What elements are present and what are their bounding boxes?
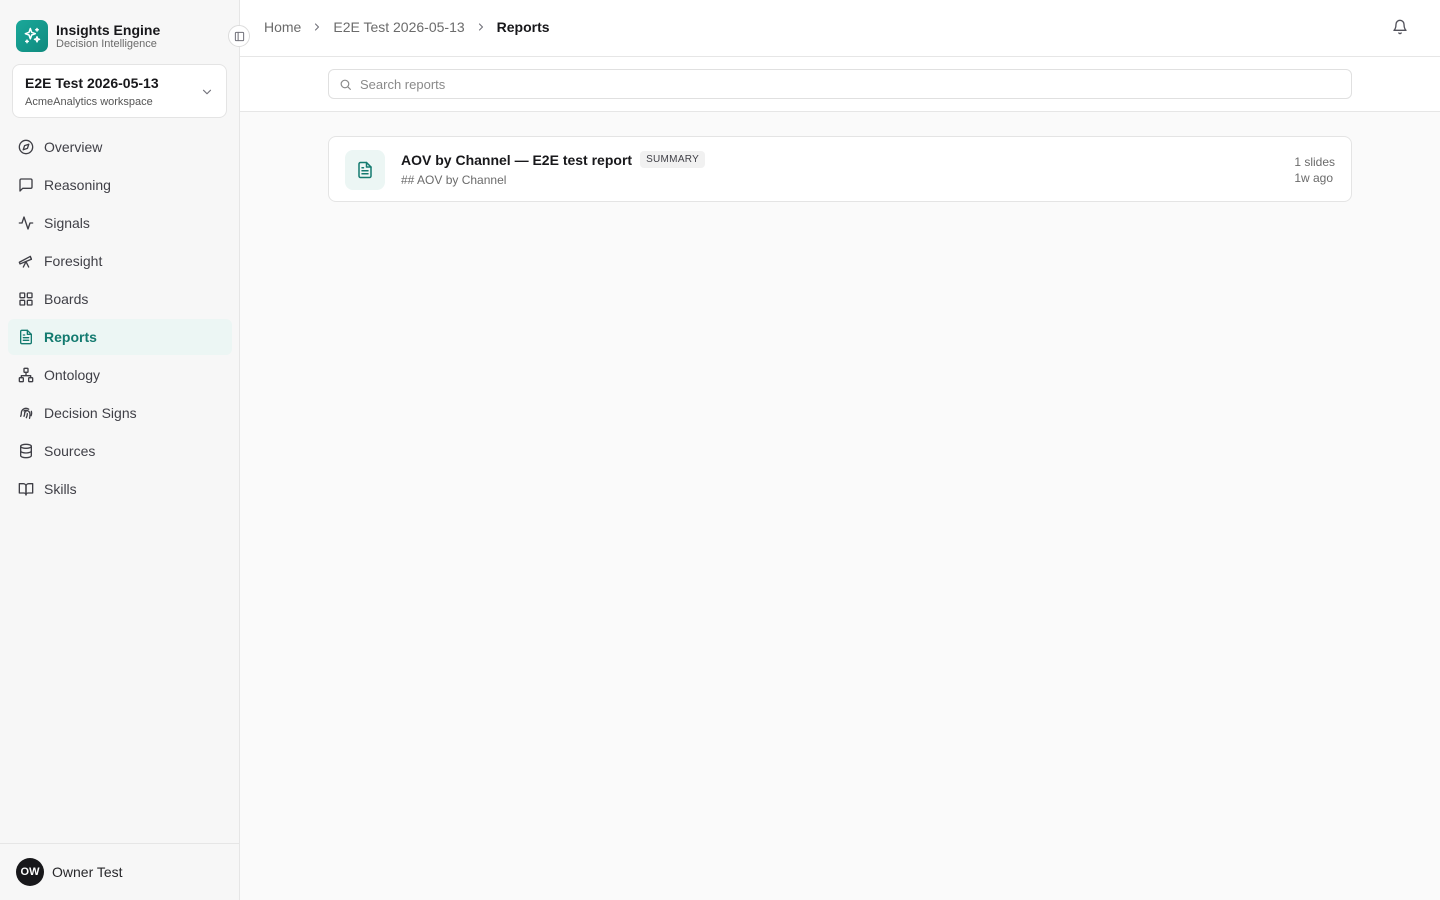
report-title[interactable]: AOV by Channel — E2E test report <box>401 152 632 168</box>
book-open-icon <box>18 483 34 496</box>
compass-icon <box>18 139 34 155</box>
database-icon <box>20 443 32 459</box>
sparkles-icon <box>16 20 48 52</box>
sidebar-item-label: Sources <box>44 443 96 459</box>
sidebar-item-reports[interactable]: Reports <box>8 319 232 355</box>
sidebar-item-skills[interactable]: Skills <box>8 471 232 507</box>
workspace-name: E2E Test 2026-05-13 <box>25 75 159 91</box>
sidebar-item-foresight[interactable]: Foresight <box>8 243 232 279</box>
workspace-org: AcmeAnalytics workspace <box>25 96 153 108</box>
bell-icon <box>1393 19 1407 35</box>
report-type-badge: SUMMARY <box>640 151 706 168</box>
breadcrumb-workspace[interactable]: E2E Test 2026-05-13 <box>333 19 464 35</box>
report-slide-count: 1 slides <box>1294 155 1335 169</box>
collapse-sidebar-button[interactable] <box>228 25 250 47</box>
sidebar-item-label: Decision Signs <box>44 405 137 421</box>
chevron-right-icon <box>311 21 323 33</box>
report-meta: 1 slides 1w ago <box>1294 154 1335 186</box>
report-subtitle: ## AOV by Channel <box>401 173 507 187</box>
sidebar-nav: Overview Reasoning Signals Foresight Boa… <box>8 129 232 509</box>
fingerprint-icon <box>20 407 33 419</box>
avatar: OW <box>16 858 44 886</box>
sidebar-item-signals[interactable]: Signals <box>8 205 232 241</box>
breadcrumb: Home E2E Test 2026-05-13 Reports <box>264 19 550 35</box>
file-text-icon <box>345 150 385 190</box>
file-text-icon <box>20 329 32 345</box>
sidebar-item-reasoning[interactable]: Reasoning <box>8 167 232 203</box>
panel-left-icon <box>234 31 244 41</box>
sidebar-item-label: Foresight <box>44 253 103 269</box>
search-box[interactable] <box>328 69 1352 99</box>
chevron-down-icon <box>200 85 214 104</box>
sidebar-item-sources[interactable]: Sources <box>8 433 232 469</box>
brand-name: Insights Engine <box>56 21 161 38</box>
telescope-icon <box>18 255 33 268</box>
sidebar-item-overview[interactable]: Overview <box>8 129 232 165</box>
notifications-button[interactable] <box>1392 19 1408 40</box>
activity-icon <box>18 216 34 230</box>
sidebar-item-label: Ontology <box>44 367 101 383</box>
grid-icon <box>19 292 33 306</box>
user-name: Owner Test <box>52 864 123 880</box>
message-square-icon <box>19 178 33 192</box>
sidebar-item-label: Signals <box>44 215 90 231</box>
top-bar: Home E2E Test 2026-05-13 Reports <box>240 0 1440 57</box>
chevron-right-icon <box>475 21 487 33</box>
search-input[interactable] <box>360 76 1340 92</box>
sidebar-item-label: Skills <box>44 481 77 497</box>
sidebar-item-label: Boards <box>44 291 89 307</box>
search-icon <box>340 79 351 90</box>
report-updated: 1w ago <box>1294 171 1334 185</box>
brand-subtitle: Decision Intelligence <box>56 37 157 50</box>
report-card[interactable]: AOV by Channel — E2E test report SUMMARY… <box>328 136 1352 202</box>
network-icon <box>18 367 34 383</box>
search-bar-area <box>240 57 1440 112</box>
workspace-switcher[interactable]: E2E Test 2026-05-13 AcmeAnalytics worksp… <box>12 64 227 118</box>
breadcrumb-home[interactable]: Home <box>264 19 301 35</box>
sidebar-item-boards[interactable]: Boards <box>8 281 232 317</box>
sidebar-item-decision-signs[interactable]: Decision Signs <box>8 395 232 431</box>
sidebar-item-ontology[interactable]: Ontology <box>8 357 232 393</box>
sidebar: Insights Engine Decision Intelligence E2… <box>0 0 250 900</box>
user-menu[interactable]: OW Owner Test <box>0 843 240 900</box>
sidebar-item-label: Overview <box>44 139 103 155</box>
sidebar-item-label: Reasoning <box>44 177 111 193</box>
sidebar-item-label: Reports <box>44 329 97 345</box>
brand[interactable]: Insights Engine Decision Intelligence <box>16 20 160 52</box>
breadcrumb-current: Reports <box>496 19 550 35</box>
